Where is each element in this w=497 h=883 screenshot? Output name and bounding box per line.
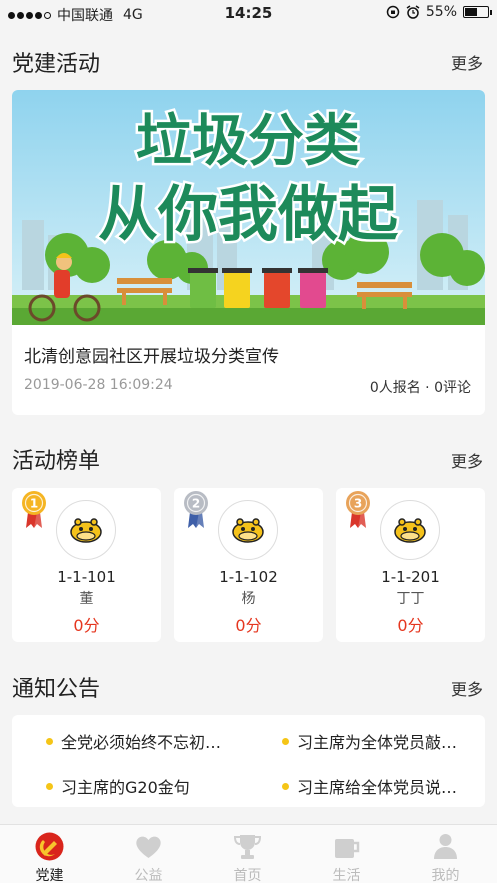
avatar [218,500,278,560]
ranking-room-number: 1-1-102 [219,568,278,586]
notice-item[interactable]: 习主席为全体党员敲… [282,729,457,753]
ranking-card[interactable]: 3 1-1-201 丁丁 0分 [336,488,485,642]
hippo-avatar-icon [232,518,264,543]
ranking-card[interactable]: 1 1-1-101 董 0分 [12,488,161,642]
banner-headline-line2: 从你我做起 [98,180,399,250]
medal-rank-number: 1 [30,497,38,511]
bullet-dot-icon [46,737,53,745]
hippo-avatar-icon [394,518,426,543]
cup-icon [335,839,360,858]
section-title-notices: 通知公告 [12,677,101,702]
bullet-dot-icon [282,737,289,745]
tab-life[interactable]: 生活 [297,825,396,883]
heart-icon [136,836,161,858]
party-emblem-icon [35,832,64,861]
tab-charity[interactable]: 公益 [99,825,198,883]
hippo-avatar-icon [70,518,102,543]
status-bar: 中国联通 4G 14:25 55% [0,0,497,26]
more-ranking-link[interactable]: 更多 [451,448,483,472]
tab-party[interactable]: 党建 [0,825,99,883]
ranking-room-number: 1-1-201 [381,568,440,586]
ranking-member-name: 杨 [241,591,256,607]
ranking-score: 0分 [397,616,424,635]
ranking-score: 0分 [73,616,100,635]
notice-item[interactable]: 习主席的G20金句 [46,774,190,798]
bullet-dot-icon [46,782,53,790]
avatar [380,500,440,560]
bullet-dot-icon [282,782,289,790]
battery-percent: 55% [425,4,457,20]
activity-date: 2019-06-28 16:09:24 [24,377,173,393]
more-party-activities-link[interactable]: 更多 [451,50,483,74]
medal-rank-icon: 1 [22,491,46,528]
alarm-icon [406,5,420,19]
ranking-card[interactable]: 2 1-1-102 杨 0分 [174,488,323,642]
orientation-lock-icon [386,5,400,19]
trophy-icon [233,835,262,859]
ranking-room-number: 1-1-101 [57,568,116,586]
activity-signup-comment-count: 0人报名 · 0评论 [369,380,471,396]
section-title-ranking: 活动榜单 [12,449,101,474]
notice-item[interactable]: 习主席给全体党员说… [282,774,457,798]
medal-rank-icon: 2 [184,491,208,528]
activity-title: 北清创意园社区开展垃圾分类宣传 [24,347,279,367]
section-title-party-activities: 党建活动 [12,52,101,77]
notice-item[interactable]: 全党必须始终不忘初… [46,729,221,753]
more-notices-link[interactable]: 更多 [451,676,483,700]
ranking-score: 0分 [235,616,262,635]
medal-rank-number: 3 [354,497,362,511]
banner-headline-line1: 垃圾分类 [136,109,360,174]
bottom-tab-bar: 党建 公益 首页 生活 我的 [0,824,497,883]
person-icon [434,834,457,859]
battery-icon [463,6,492,18]
tab-home[interactable]: 首页 [198,825,297,883]
notice-list: 全党必须始终不忘初… 习主席为全体党员敲… 习主席的G20金句 习主席给全体党员… [12,715,485,807]
activity-banner-image[interactable]: 垃圾分类 从你我做起 [12,90,485,325]
ranking-member-name: 董 [79,591,94,607]
medal-rank-number: 2 [192,497,200,511]
medal-rank-icon: 3 [346,491,370,528]
avatar [56,500,116,560]
tab-mine[interactable]: 我的 [396,825,495,883]
ranking-member-name: 丁丁 [396,591,425,607]
